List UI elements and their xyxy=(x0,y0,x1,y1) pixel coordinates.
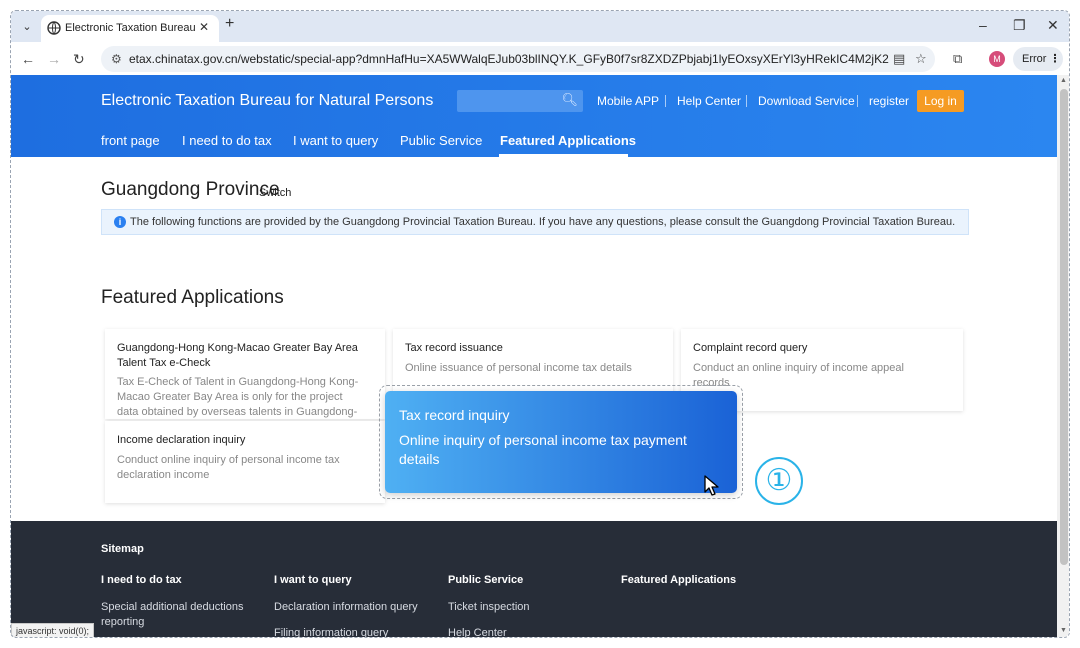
globe-icon xyxy=(47,21,61,35)
card-description: Online inquiry of personal income tax pa… xyxy=(399,432,687,467)
divider xyxy=(857,95,858,107)
card-title: Tax record inquiry xyxy=(399,407,510,423)
minimize-icon[interactable]: – xyxy=(979,17,987,33)
close-window-icon[interactable]: ✕ xyxy=(1047,17,1059,34)
mobile-app-link[interactable]: Mobile APP xyxy=(597,94,659,108)
nav-need-to-do-tax[interactable]: I need to do tax xyxy=(182,133,272,148)
card-description: Conduct online inquiry of personal incom… xyxy=(117,454,340,481)
translate-icon[interactable]: ▤ xyxy=(893,51,905,67)
footer-heading-public-service: Public Service xyxy=(448,574,524,586)
url-text: etax.chinatax.gov.cn/webstatic/special-a… xyxy=(129,52,889,66)
new-tab-icon[interactable]: + xyxy=(225,15,234,33)
notice-text: The following functions are provided by … xyxy=(130,216,956,228)
browser-window: ⌄ Electronic Taxation Bureau fc ✕ + – ❐ … xyxy=(10,10,1070,638)
site-info-icon[interactable]: ⚙ xyxy=(111,52,122,66)
bookmark-star-icon[interactable]: ☆ xyxy=(915,51,927,67)
footer-heading-want-to-query: I want to query xyxy=(274,574,352,586)
divider xyxy=(746,95,747,107)
card-title: Income declaration inquiry xyxy=(117,434,246,446)
url-field[interactable]: ⚙ etax.chinatax.gov.cn/webstatic/special… xyxy=(101,46,935,72)
scrollbar-thumb[interactable] xyxy=(1060,89,1068,565)
site-footer: Sitemap I need to do tax I want to query… xyxy=(11,521,1057,637)
mouse-cursor-icon xyxy=(704,475,719,496)
close-tab-icon[interactable]: ✕ xyxy=(199,20,209,34)
back-icon[interactable]: ← xyxy=(21,51,35,67)
help-center-link[interactable]: Help Center xyxy=(677,94,741,108)
footer-link-filing-query[interactable]: Filing information query xyxy=(274,626,388,637)
app-card-income-declaration-inquiry[interactable]: Income declaration inquiry Conduct onlin… xyxy=(105,421,385,503)
browser-status-bar: javascript: void(0); xyxy=(11,623,95,637)
extensions-icon[interactable]: ⧉ xyxy=(953,51,962,67)
site-header: Electronic Taxation Bureau for Natural P… xyxy=(11,75,1057,157)
footer-link-declaration-query[interactable]: Declaration information query xyxy=(274,600,418,615)
page-scrollbar[interactable]: ▲ ▼ xyxy=(1057,75,1069,637)
footer-link-special-deductions[interactable]: Special additional deductions reporting xyxy=(101,600,261,630)
site-search-input[interactable]: 🔍︎ xyxy=(457,90,583,112)
error-menu-button[interactable]: Error ⋮ xyxy=(1013,47,1063,71)
sitemap-heading: Sitemap xyxy=(101,543,144,555)
info-icon: i xyxy=(114,216,126,228)
tab-search-chevron-icon[interactable]: ⌄ xyxy=(17,17,37,37)
card-title: Complaint record query xyxy=(693,342,808,354)
tab-strip: ⌄ Electronic Taxation Bureau fc ✕ + – ❐ … xyxy=(11,11,1069,42)
scroll-up-icon[interactable]: ▲ xyxy=(1060,77,1067,84)
site-title[interactable]: Electronic Taxation Bureau for Natural P… xyxy=(101,92,433,110)
card-title: Guangdong-Hong Kong-Macao Greater Bay Ar… xyxy=(117,342,358,369)
search-icon[interactable]: 🔍︎ xyxy=(561,92,578,108)
step-marker: ① xyxy=(755,457,803,505)
card-title: Tax record issuance xyxy=(405,342,503,354)
nav-want-to-query[interactable]: I want to query xyxy=(293,133,378,148)
footer-link-ticket-inspection[interactable]: Ticket inspection xyxy=(448,600,530,615)
notice-banner: i The following functions are provided b… xyxy=(101,209,969,235)
province-title: Guangdong Province xyxy=(101,179,280,200)
footer-heading-featured-applications: Featured Applications xyxy=(621,574,737,586)
browser-tab[interactable]: Electronic Taxation Bureau fc ✕ xyxy=(41,15,219,42)
divider xyxy=(665,95,666,107)
section-title: Featured Applications xyxy=(101,287,284,308)
main-content: Guangdong Province Switch i The followin… xyxy=(11,157,1057,521)
register-link[interactable]: register xyxy=(869,94,909,108)
kebab-menu-icon: ⋮ xyxy=(1049,53,1061,65)
nav-front-page[interactable]: front page xyxy=(101,133,160,148)
restore-icon[interactable]: ❐ xyxy=(1013,17,1026,34)
forward-icon[interactable]: → xyxy=(47,51,61,67)
address-bar-row: ← → ↻ ⚙ etax.chinatax.gov.cn/webstatic/s… xyxy=(11,42,1069,75)
app-card-greater-bay-area[interactable]: Guangdong-Hong Kong-Macao Greater Bay Ar… xyxy=(105,329,385,419)
footer-link-help-center[interactable]: Help Center xyxy=(448,626,507,637)
app-card-tax-record-inquiry[interactable]: Tax record inquiry Online inquiry of per… xyxy=(385,391,737,493)
error-label: Error xyxy=(1022,53,1047,65)
download-service-link[interactable]: Download Service xyxy=(758,94,855,108)
card-description: Online issuance of personal income tax d… xyxy=(405,362,632,374)
login-button[interactable]: Log in xyxy=(917,90,964,112)
nav-featured-applications[interactable]: Featured Applications xyxy=(500,133,636,148)
switch-province-link[interactable]: Switch xyxy=(259,187,291,199)
card-description: Tax E-Check of Talent in Guangdong-Hong … xyxy=(117,376,359,418)
reload-icon[interactable]: ↻ xyxy=(73,51,85,68)
footer-heading-need-to-do-tax: I need to do tax xyxy=(101,574,182,586)
scroll-down-icon[interactable]: ▼ xyxy=(1060,627,1067,634)
profile-avatar[interactable]: M xyxy=(989,51,1005,67)
nav-public-service[interactable]: Public Service xyxy=(400,133,482,148)
tab-title: Electronic Taxation Bureau fc xyxy=(65,22,195,34)
